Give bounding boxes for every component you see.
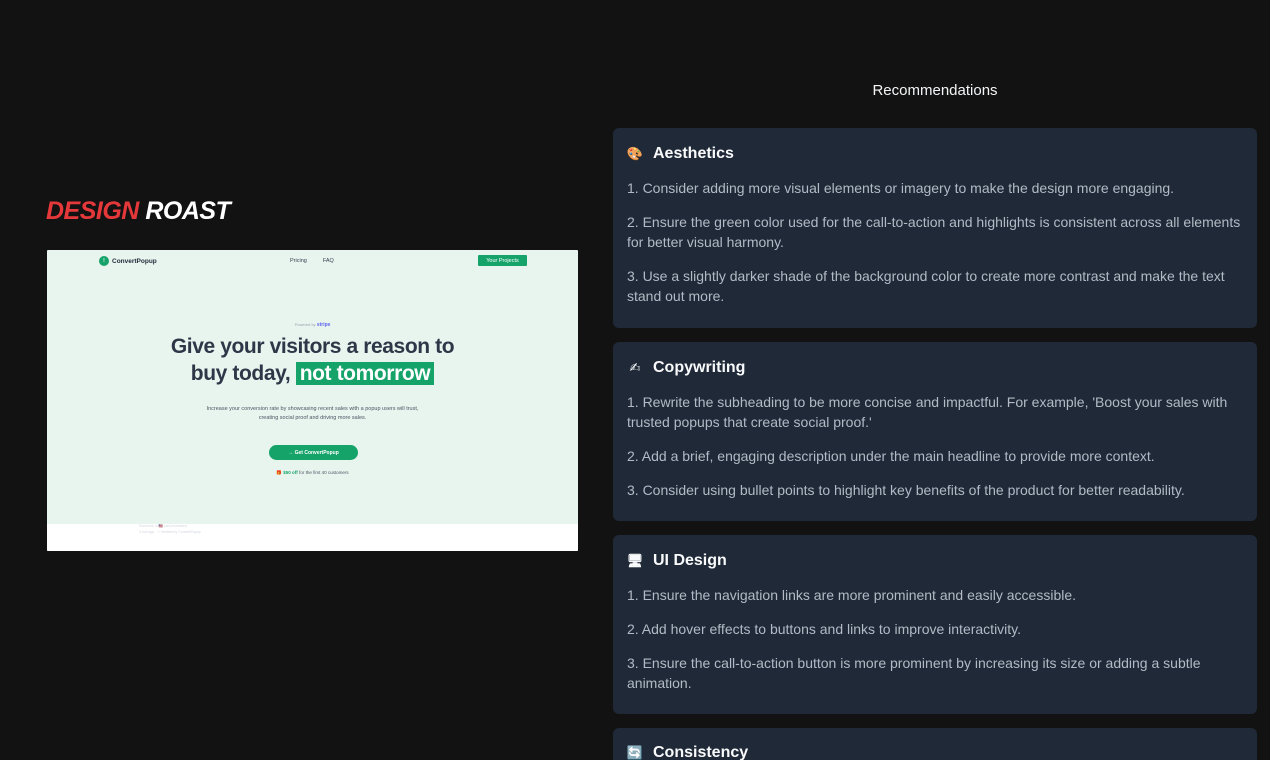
recommendation-item: 3. Use a slightly darker shade of the ba… [627, 268, 1225, 304]
recommendation-item: 1. Consider adding more visual elements … [627, 180, 1175, 196]
recommendation-item: 1. Ensure the navigation links are more … [627, 587, 1077, 603]
preview-powered-by: Powered by stripe [294, 322, 331, 328]
preview-navbar: ! ConvertPopup Pricing FAQ Your Projects [47, 254, 578, 268]
card-aesthetics: 🎨 Aesthetics 1. Consider adding more vis… [613, 128, 1257, 328]
preview-footer [47, 524, 578, 551]
preview-offer: 🎁 $50 off for the first 40 customers [276, 470, 349, 475]
preview-headline: Give your visitors a reason to buy today… [170, 335, 455, 385]
website-preview-screenshot: ! ConvertPopup Pricing FAQ Your Projects… [47, 250, 578, 551]
preview-stripe-logo: stripe [316, 322, 331, 328]
palette-icon: 🎨 [626, 146, 644, 162]
design-roast-logo: DESIGN ROAST [46, 197, 231, 226]
preview-your-projects-button: Your Projects [478, 255, 527, 266]
brand-part-roast: ROAST [145, 197, 231, 225]
writing-hand-icon: ✍ [629, 360, 641, 376]
preview-logo: ! ConvertPopup [99, 256, 157, 266]
card-heading: Copywriting [653, 359, 746, 376]
card-ui-design: 🖥 UI Design 1. Ensure the navigation lin… [613, 535, 1257, 714]
recommendation-item: 3. Consider using bullet points to highl… [627, 482, 1185, 498]
card-heading: Consistency [653, 744, 749, 760]
recommendation-item: 3. Ensure the call-to-action button is m… [627, 655, 1201, 691]
recommendation-item: 2. Add a brief, engaging description und… [627, 448, 1155, 464]
recommendations-title: Recommendations [872, 82, 998, 99]
card-heading: UI Design [653, 552, 727, 569]
preview-cta-button: → Get ConvertPopup [269, 445, 358, 460]
brand-part-design: DESIGN [46, 197, 139, 225]
preview-sales-popup: Someone in 🇺🇸 just purchased 3 min ago ·… [139, 524, 201, 534]
preview-subheading: Increase your conversion rate by showcas… [206, 406, 419, 421]
card-heading: Aesthetics [653, 145, 734, 162]
recommendation-item: 1. Rewrite the subheading to be more con… [627, 394, 1228, 430]
preview-logo-icon: ! [99, 256, 109, 266]
preview-nav-pricing: Pricing [290, 258, 307, 264]
gift-icon: 🎁 [276, 470, 283, 475]
preview-headline-highlight: not tomorrow [295, 362, 435, 385]
preview-logo-text: ConvertPopup [112, 257, 157, 265]
preview-nav-links: Pricing FAQ [290, 258, 334, 264]
card-copywriting: ✍ Copywriting 1. Rewrite the subheading … [613, 342, 1257, 521]
refresh-icon: 🔄 [626, 745, 644, 760]
preview-nav-faq: FAQ [322, 258, 334, 264]
recommendation-item: 2. Ensure the green color used for the c… [627, 214, 1241, 250]
desktop-icon: 🖥 [626, 553, 644, 569]
card-consistency: 🔄 Consistency [613, 728, 1257, 760]
recommendation-item: 2. Add hover effects to buttons and link… [627, 621, 1022, 637]
